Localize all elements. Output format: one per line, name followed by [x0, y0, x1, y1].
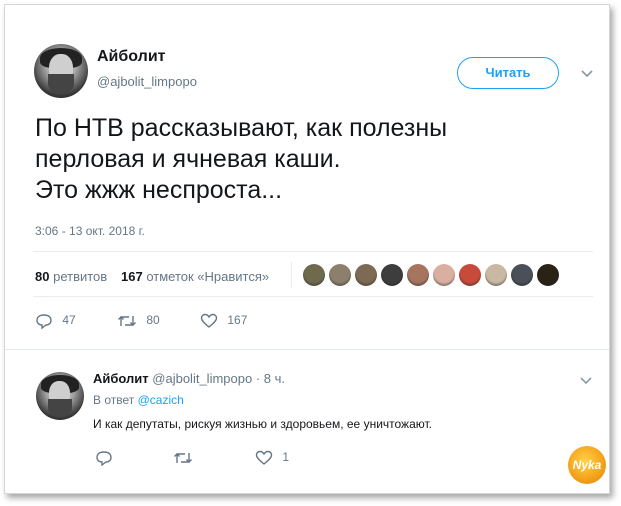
divider — [5, 349, 609, 350]
tweet-text-line: По НТВ рассказывают, как полезны — [35, 114, 448, 142]
reply-text: И как депутаты, рискуя жизнью и здоровье… — [93, 417, 432, 431]
liker-avatar[interactable] — [433, 264, 455, 286]
in-reply-prefix: В ответ — [93, 393, 135, 407]
watermark-logo: Nyka — [568, 446, 606, 484]
tweet-card: Айболит @ajbolit_limpopo Читать По НТВ р… — [4, 4, 610, 494]
liker-avatar[interactable] — [355, 264, 377, 286]
reply-icon — [36, 314, 52, 330]
reply-time[interactable]: · 8 ч. — [256, 371, 285, 386]
like-count: 167 — [227, 313, 248, 328]
reply-author-handle[interactable]: @ajbolit_limpopo — [152, 371, 252, 386]
divider — [33, 251, 593, 252]
heart-icon — [255, 450, 273, 465]
reply-count: 47 — [62, 313, 76, 328]
retweet-action[interactable]: 80 — [117, 313, 160, 329]
reply-author-name[interactable]: Айболит — [93, 371, 149, 386]
reply-reply-action[interactable] — [95, 450, 113, 467]
follow-button[interactable]: Читать — [457, 57, 559, 89]
reply-author-avatar[interactable] — [36, 372, 84, 420]
stats-separator — [291, 262, 292, 288]
in-reply-to: В ответ @cazich — [93, 393, 184, 407]
author-handle[interactable]: @ajbolit_limpopo — [97, 74, 197, 89]
reply-like-action[interactable]: 1 — [255, 450, 289, 466]
likes-label: отметок «Нравится» — [146, 269, 270, 284]
tweet-timestamp[interactable]: 3:06 - 13 окт. 2018 г. — [35, 224, 145, 238]
reply-action[interactable]: 47 — [35, 313, 76, 330]
heart-icon — [200, 313, 218, 328]
retweets-count: 80 — [35, 269, 50, 284]
author-avatar[interactable] — [34, 44, 88, 98]
chevron-down-icon[interactable] — [580, 374, 592, 388]
likes-count: 167 — [121, 269, 143, 284]
liker-avatar[interactable] — [303, 264, 325, 286]
reply-like-count: 1 — [282, 450, 290, 465]
in-reply-link[interactable]: @cazich — [138, 393, 184, 407]
author-name[interactable]: Айболит — [97, 48, 165, 66]
liker-avatar[interactable] — [537, 264, 559, 286]
liker-avatar[interactable] — [329, 264, 351, 286]
liker-avatar[interactable] — [485, 264, 507, 286]
retweet-icon — [118, 316, 136, 326]
tweet-text-line: перловая и ячневая каши. — [35, 145, 341, 173]
reply-retweet-action[interactable] — [173, 450, 193, 466]
reply-header: Айболит @ajbolit_limpopo · 8 ч. — [93, 371, 285, 386]
divider — [33, 296, 593, 297]
retweets-stat[interactable]: 80 ретвитов — [35, 269, 107, 284]
liker-avatar[interactable] — [511, 264, 533, 286]
retweet-count: 80 — [146, 313, 160, 328]
chevron-down-icon[interactable] — [581, 67, 593, 81]
likes-stat[interactable]: 167 отметок «Нравится» — [121, 269, 269, 284]
liker-avatar[interactable] — [407, 264, 429, 286]
tweet-text-line: Это жжж неспроста... — [35, 176, 283, 204]
tweet-text: По НТВ рассказывают, как полезны перлова… — [35, 113, 595, 206]
liker-avatar[interactable] — [459, 264, 481, 286]
like-action[interactable]: 167 — [200, 313, 247, 329]
retweets-label: ретвитов — [53, 269, 108, 284]
retweet-icon — [174, 453, 192, 463]
liker-avatar[interactable] — [381, 264, 403, 286]
reply-icon — [96, 451, 112, 467]
